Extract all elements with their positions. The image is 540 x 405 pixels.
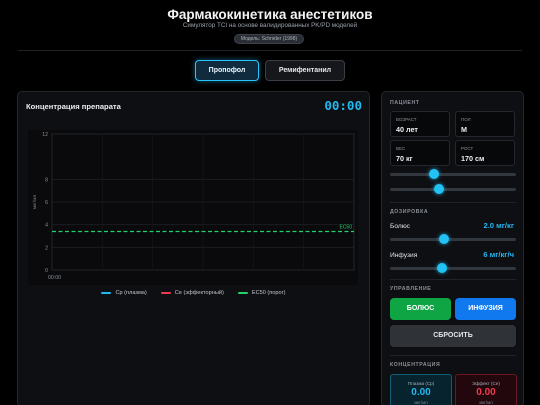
patient-slider-1[interactable]: [390, 169, 516, 179]
height-value: 170 см: [461, 154, 485, 163]
sex-label: ПОЛ: [461, 117, 471, 122]
tab-remifentanil[interactable]: Ремифентанил: [265, 60, 345, 81]
plasma-unit: мкг/мл: [414, 400, 428, 405]
y-tick-label: 6: [45, 200, 48, 206]
slider-track: [390, 188, 516, 191]
header-divider: [18, 50, 522, 51]
section-divider: [390, 279, 516, 280]
plasma-concentration-card: Плазма (Cp) 0.00 мкг/мл: [390, 374, 452, 405]
reset-button[interactable]: СБРОСИТЬ: [390, 325, 516, 347]
concentration-section-title: КОНЦЕНТРАЦИЯ: [390, 362, 441, 368]
chart-panel: Концентрация препарата 00:00 12 8 6 4 2 0 00:0…: [17, 91, 370, 405]
legend-swatch-plasma: [101, 292, 112, 294]
age-box: ВОЗРАСТ 40 лет: [390, 111, 450, 137]
page-subtitle: Симулятор TCI на основе валидированных P…: [182, 22, 358, 29]
infusion-rate-label: Инфузия: [390, 252, 418, 259]
section-divider: [390, 202, 516, 203]
ec50-annotation: EC50: [339, 224, 352, 230]
infusion-rate-value: 6 мг/кг/ч: [483, 250, 514, 259]
bolus-dose-slider[interactable]: [390, 234, 516, 244]
bolus-dose-value: 2.0 мг/кг: [483, 221, 514, 230]
age-value: 40 лет: [396, 125, 418, 134]
model-badge: Модель: Schnider (1998): [234, 34, 304, 44]
slider-thumb[interactable]: [439, 234, 450, 244]
chart-title: Концентрация препарата: [26, 102, 121, 111]
slider-thumb[interactable]: [436, 263, 447, 273]
weight-box: ВЕС 70 кг: [390, 140, 450, 166]
effect-label: Эффект (Ce): [472, 381, 500, 386]
plasma-label: Плазма (Cp): [407, 381, 435, 386]
control-panel: ПАЦИЕНТ ВОЗРАСТ 40 лет ПОЛ М ВЕС 70 кг Р…: [381, 91, 524, 405]
slider-thumb[interactable]: [434, 184, 445, 194]
effect-unit: мкг/мл: [479, 400, 493, 405]
control-section-title: УПРАВЛЕНИЕ: [390, 286, 432, 292]
plasma-value: 0.00: [411, 387, 431, 398]
weight-label: ВЕС: [396, 146, 406, 151]
section-divider: [390, 355, 516, 356]
y-axis-label: мкг/мл: [32, 195, 38, 210]
y-tick-label: 12: [42, 132, 48, 138]
legend-label-ec50: EC50 (порог): [251, 290, 286, 296]
patient-section-title: ПАЦИЕНТ: [390, 100, 420, 106]
legend-label-plasma: Cp (плазма): [115, 290, 147, 296]
y-tick-label: 4: [45, 223, 48, 229]
slider-thumb[interactable]: [429, 169, 440, 179]
age-label: ВОЗРАСТ: [396, 117, 417, 122]
weight-value: 70 кг: [396, 154, 413, 163]
y-tick-label: 2: [45, 245, 48, 251]
legend-label-effect: Ce (эффекторный): [174, 290, 224, 296]
legend-item-effect: Ce (эффекторный): [160, 288, 224, 298]
bolus-dose-label: Болюс: [390, 223, 410, 230]
effect-concentration-card: Эффект (Ce) 0.00 мкг/мл: [455, 374, 517, 405]
legend-swatch-ec50: [237, 292, 248, 294]
height-box: РОСТ 170 см: [455, 140, 515, 166]
legend-item-ec50: EC50 (порог): [237, 288, 286, 298]
tab-propofol[interactable]: Пропофол: [195, 60, 259, 81]
dosing-section-title: ДОЗИРОВКА: [390, 209, 429, 215]
infusion-rate-slider[interactable]: [390, 263, 516, 273]
x-tick-label: 00:00: [48, 275, 61, 281]
y-tick-label: 0: [45, 268, 48, 274]
page-title: Фармакокинетика анестетиков: [167, 7, 373, 22]
legend-swatch-effect: [160, 292, 171, 294]
slider-track: [390, 238, 516, 241]
legend-item-plasma: Cp (плазма): [101, 288, 147, 298]
infusion-button[interactable]: ИНФУЗИЯ: [455, 298, 516, 320]
bolus-button[interactable]: БОЛЮС: [390, 298, 451, 320]
y-tick-label: 8: [45, 177, 48, 183]
slider-track: [390, 173, 516, 176]
patient-slider-2[interactable]: [390, 184, 516, 194]
effect-value: 0.00: [476, 387, 496, 398]
app-header: Фармакокинетика анестетиков Симулятор TC…: [0, 0, 540, 52]
chart-canvas: 12 8 6 4 2 000:00 мкг/мл EC50: [32, 132, 355, 281]
sex-box: ПОЛ М: [455, 111, 515, 137]
height-label: РОСТ: [461, 146, 474, 151]
elapsed-timer: 00:00: [324, 98, 362, 113]
slider-track: [390, 267, 516, 270]
chart-legend: Cp (плазма) Ce (эффекторный) EC50 (порог…: [18, 288, 369, 298]
sex-value: М: [461, 125, 467, 134]
concentration-chart: 12 8 6 4 2 0 00:00 мкг/мл EC50: [28, 130, 358, 285]
